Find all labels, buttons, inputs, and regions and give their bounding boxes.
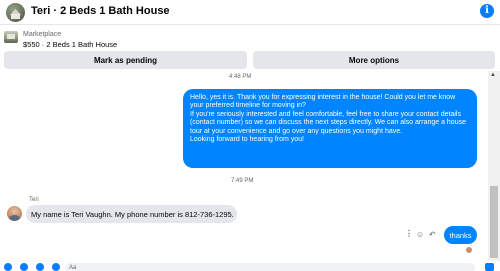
timestamp: 7:49 PM xyxy=(231,178,254,184)
react-icon[interactable]: ☺ xyxy=(416,230,424,239)
more-actions-icon[interactable]: ⋮ xyxy=(405,229,413,238)
sender-name: Teri xyxy=(29,197,39,203)
conversation-avatar[interactable] xyxy=(6,3,25,22)
seen-indicator-avatar xyxy=(466,247,472,253)
timestamp: 4:48 PM xyxy=(229,74,252,80)
image-icon[interactable] xyxy=(20,263,28,271)
conversation-title[interactable]: Teri · 2 Beds 1 Bath House xyxy=(31,5,170,17)
messenger-window: Teri · 2 Beds 1 Bath House i Marketplace… xyxy=(0,0,500,271)
message-paragraph: Hello, yes it is. Thank you for expressi… xyxy=(190,94,456,110)
listing-thumbnail[interactable] xyxy=(4,31,18,43)
listing-source-label: Marketplace xyxy=(23,31,62,38)
like-icon[interactable] xyxy=(485,263,494,271)
sender-avatar[interactable] xyxy=(7,206,22,221)
listing-title[interactable]: $550 · 2 Beds 1 Bath House xyxy=(23,40,117,49)
message-input[interactable]: Aa xyxy=(65,263,475,271)
reply-icon[interactable]: ↶ xyxy=(429,230,436,239)
gif-icon[interactable] xyxy=(52,263,60,271)
outgoing-message[interactable]: thanks xyxy=(444,226,477,244)
message-paragraph: If you're seriously interested and feel … xyxy=(190,110,466,135)
outgoing-message[interactable]: Hello, yes it is. Thank you for expressi… xyxy=(183,89,477,168)
mark-as-pending-button[interactable]: Mark as pending xyxy=(4,51,247,69)
info-icon[interactable]: i xyxy=(480,4,494,18)
scrollbar-thumb[interactable] xyxy=(490,186,498,258)
message-paragraph: Looking forward to hearing from you! xyxy=(190,135,305,143)
more-options-button[interactable]: More options xyxy=(253,51,495,69)
incoming-message[interactable]: My name is Teri Vaughn. My phone number … xyxy=(26,205,237,223)
scroll-up-arrow-icon[interactable]: ▲ xyxy=(490,72,496,78)
sticker-icon[interactable] xyxy=(36,263,44,271)
plus-icon[interactable] xyxy=(4,263,12,271)
